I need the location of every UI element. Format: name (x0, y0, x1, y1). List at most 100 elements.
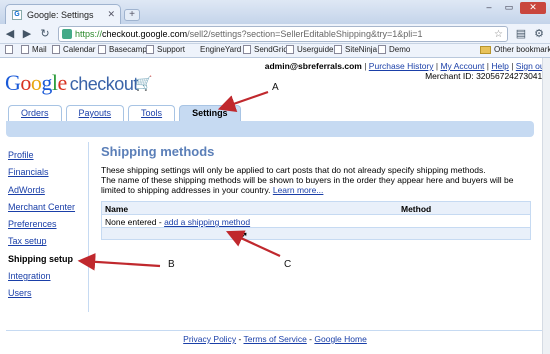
minimize-icon[interactable]: – (480, 2, 498, 14)
column-header-method: Method (401, 204, 432, 214)
address-bar[interactable]: https://checkout.google.com/sell2/settin… (58, 26, 508, 42)
google-checkout-logo[interactable]: Google checkout (5, 70, 138, 96)
sidebar-divider (88, 142, 89, 312)
sidebar-item-shipping-setup[interactable]: Shipping setup (8, 254, 75, 271)
none-entered-text: None entered - (105, 217, 165, 227)
add-shipping-method-link[interactable]: add a shipping method (164, 217, 250, 227)
close-tab-icon[interactable]: ✕ (107, 9, 115, 20)
bookmark-item[interactable]: Calendar (52, 45, 95, 54)
bookmarks-bar: Mail Calendar Basecamp Support EngineYar… (0, 44, 550, 58)
shipping-methods-table: Name Method None entered - add a shippin… (101, 201, 531, 240)
logo-letter: g (41, 70, 52, 95)
sidebar-item-adwords[interactable]: AdWords (8, 185, 75, 202)
demo-icon (378, 45, 386, 54)
wrench-icon[interactable]: ⚙ (532, 27, 546, 41)
bookmark-label: Calendar (63, 45, 96, 54)
google-home-link[interactable]: Google Home (314, 334, 366, 344)
tab-title: Google: Settings (27, 9, 94, 20)
tab-settings[interactable]: Settings (179, 105, 241, 121)
help-link[interactable]: Help (491, 61, 508, 71)
privacy-policy-link[interactable]: Privacy Policy (183, 334, 236, 344)
bookmark-item[interactable]: Userguide (286, 45, 333, 54)
description-line-2: The name of these shipping methods will … (101, 175, 531, 195)
merchant-id: Merchant ID: 320567242730413 (425, 71, 547, 81)
url-path: /sell2/settings?section=SellerEditableSh… (187, 29, 423, 39)
bookmark-item[interactable]: SiteNinja (334, 45, 377, 54)
sidebar-item-preferences[interactable]: Preferences (8, 219, 75, 236)
tab-orders[interactable]: Orders (8, 105, 62, 121)
reload-icon[interactable]: ↻ (38, 27, 52, 41)
bookmark-label: Basecamp (109, 45, 147, 54)
page-scrollbar[interactable] (542, 58, 550, 354)
back-icon[interactable]: ◀ (3, 27, 17, 41)
description-line-1: These shipping settings will only be app… (101, 165, 486, 175)
callout-label-a: A (272, 82, 279, 93)
bookmark-item[interactable]: SendGrid (243, 45, 288, 54)
table-row: None entered - add a shipping method (102, 215, 530, 228)
support-icon (146, 45, 154, 54)
bookmark-label: Support (157, 45, 186, 54)
mail-icon (21, 45, 29, 54)
bookmark-item[interactable]: Mail (21, 45, 47, 54)
arrow-b (77, 253, 161, 271)
page-footer: Privacy Policy - Terms of Service - Goog… (183, 334, 367, 344)
google-favicon-icon: G (12, 9, 22, 20)
account-email: admin@sbreferrals.com (264, 61, 362, 71)
tab-payouts[interactable]: Payouts (65, 105, 125, 121)
main-tabs: Orders Payouts Tools Settings (8, 105, 241, 121)
bookmark-item[interactable]: Basecamp (98, 45, 147, 54)
sidebar-item-tax-setup[interactable]: Tax setup (8, 236, 75, 253)
bookmark-item[interactable] (5, 45, 16, 54)
cart-icon: 🛒 (135, 75, 153, 91)
logo-product: checkout (69, 74, 139, 94)
page-icon (5, 45, 13, 54)
logo-letter: G (5, 70, 21, 95)
sidebar-item-merchant-center[interactable]: Merchant Center (8, 202, 75, 219)
sidebar-item-users[interactable]: Users (8, 288, 75, 305)
none-entered-cell: None entered - add a shipping method (105, 217, 250, 227)
logo-letter: e (57, 70, 68, 95)
basecamp-icon (98, 45, 106, 54)
browser-tab[interactable]: G Google: Settings ✕ (5, 4, 121, 24)
my-account-link[interactable]: My Account (440, 61, 484, 71)
learn-more-link[interactable]: Learn more... (273, 185, 324, 195)
logo-letter: o (30, 70, 42, 95)
calendar-icon (52, 45, 60, 54)
purchase-history-link[interactable]: Purchase History (369, 61, 434, 71)
bookmark-label: SiteNinja (345, 45, 378, 54)
page-title: Shipping methods (101, 144, 215, 159)
bookmark-label: EngineYard (200, 45, 242, 54)
bookmark-item[interactable]: Demo (378, 45, 410, 54)
bookmark-label: Demo (389, 45, 411, 54)
other-bookmarks-label: Other bookmarks (494, 45, 550, 54)
settings-sidebar: Profile Financials AdWords Merchant Cent… (8, 150, 75, 306)
userguide-icon (286, 45, 294, 54)
footer-divider (6, 330, 542, 331)
sidebar-item-integration[interactable]: Integration (8, 271, 75, 288)
other-bookmarks[interactable]: Other bookmarks (480, 45, 550, 54)
tab-tools[interactable]: Tools (128, 105, 176, 121)
bookmark-item[interactable]: EngineYard (200, 45, 241, 54)
url-scheme: https:// (75, 29, 103, 39)
lock-icon (62, 29, 72, 39)
page-menu-icon[interactable]: ▤ (514, 27, 528, 41)
forward-icon[interactable]: ▶ (20, 27, 34, 41)
terms-of-service-link[interactable]: Terms of Service (244, 334, 307, 344)
maximize-icon[interactable]: ▭ (500, 2, 518, 14)
table-header: Name Method (102, 202, 530, 215)
sidebar-item-profile[interactable]: Profile (8, 150, 75, 167)
bookmark-star-icon[interactable]: ☆ (494, 29, 503, 40)
folder-icon (480, 45, 491, 54)
bookmark-label: Mail (32, 45, 47, 54)
new-tab-button[interactable]: + (124, 9, 140, 21)
callout-label-b: B (168, 259, 175, 270)
account-bar: admin@sbreferrals.com | Purchase History… (264, 61, 547, 81)
main-content: Shipping methods These shipping settings… (101, 143, 531, 240)
bookmark-item[interactable]: Support (146, 45, 185, 54)
sendgrid-icon (243, 45, 251, 54)
window-controls: – ▭ ✕ (480, 2, 546, 14)
close-window-icon[interactable]: ✕ (520, 2, 546, 14)
column-header-name: Name (105, 204, 129, 214)
sidebar-item-financials[interactable]: Financials (8, 167, 75, 184)
url-domain: checkout.google.com (102, 29, 188, 39)
